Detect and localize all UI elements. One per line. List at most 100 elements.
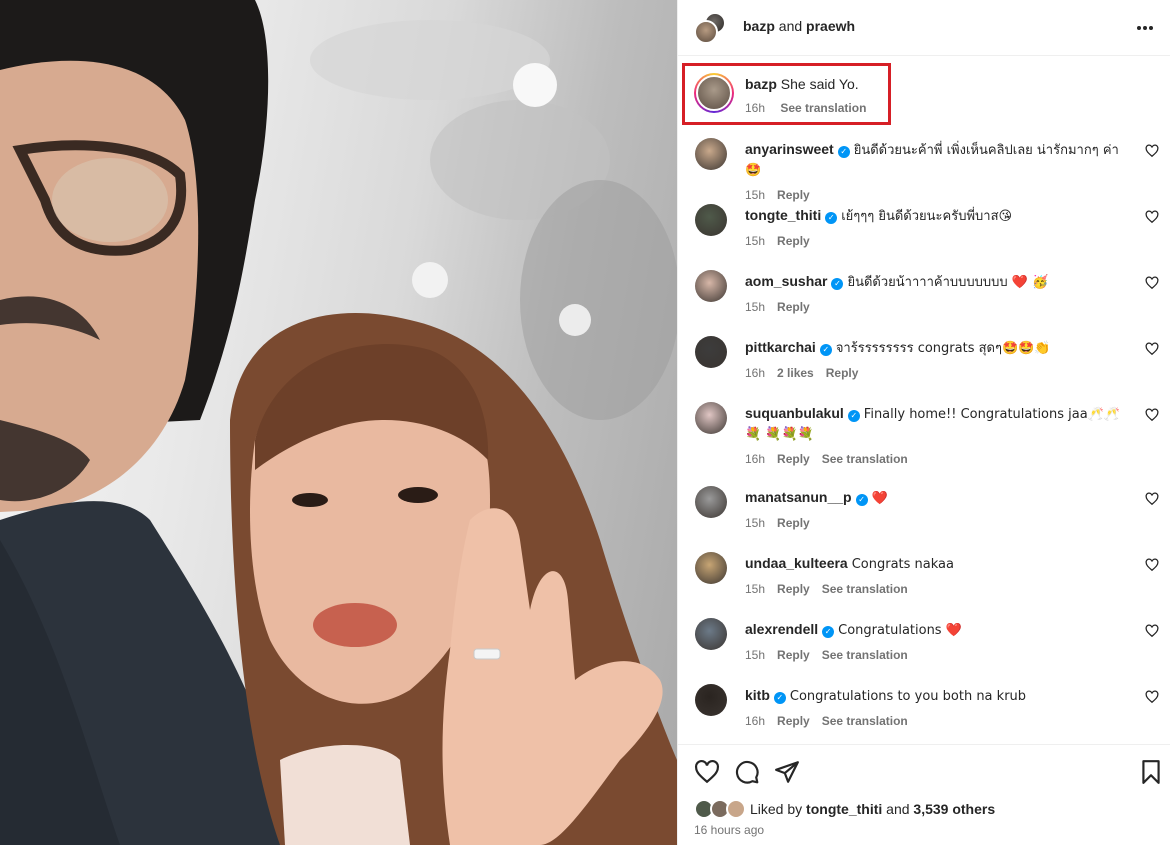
verified-icon: ✓: [831, 278, 844, 290]
comment-like-icon[interactable]: [1145, 276, 1159, 290]
comment-username[interactable]: suquanbulakul: [745, 405, 844, 421]
comment-time[interactable]: 16h: [745, 714, 765, 728]
post-timestamp[interactable]: 16 hours ago: [694, 823, 764, 837]
comment-row: alexrendell ✓ Congratulations ❤️ 15h Reply Se…: [678, 612, 1170, 678]
caption-highlight: bazp She said Yo. 16h See translation: [682, 63, 891, 125]
see-translation-link[interactable]: See translation: [822, 714, 908, 728]
comment-username[interactable]: kitb: [745, 687, 770, 703]
reply-button[interactable]: Reply: [777, 452, 810, 466]
comment-time[interactable]: 15h: [745, 648, 765, 662]
comment-text: ❤️: [871, 491, 888, 506]
comment-row: pittkarchai ✓ จาร้รรรรรรรร congrats สุดๆ🤩🤩…: [678, 330, 1170, 396]
likes-summary: Liked by tongte_thiti and 3,539 others: [694, 799, 995, 819]
comment-body: tongte_thiti ✓ เย้ๆๆๆ ยินดีด้วยนะครับพี่บา…: [745, 206, 1130, 250]
avatar[interactable]: [695, 336, 727, 368]
comment-text: Congratulations to you both na krub: [789, 689, 1027, 704]
see-translation-link[interactable]: See translation: [822, 582, 908, 596]
reply-button[interactable]: Reply: [826, 366, 859, 380]
see-translation-link[interactable]: See translation: [780, 101, 866, 115]
reply-button[interactable]: Reply: [777, 648, 810, 662]
avatar[interactable]: [694, 73, 734, 113]
comment-meta: 16h 2 likes Reply: [745, 364, 1130, 382]
collab-avatars[interactable]: [694, 12, 728, 46]
caption-time[interactable]: 16h: [745, 101, 765, 115]
comment-body: anyarinsweet ✓ ยินดีด้วยนะค้าพี่ เพิ่งเห็น…: [745, 140, 1130, 204]
comment-icon[interactable]: [734, 759, 760, 785]
comment-meta: 15h Reply: [745, 298, 1130, 316]
bookmark-icon[interactable]: [1138, 759, 1164, 785]
avatar[interactable]: [695, 402, 727, 434]
comment-text: Congratulations ❤️: [838, 623, 962, 638]
authors-joiner: and: [778, 18, 803, 34]
comment-meta: 15h Reply: [745, 232, 1130, 250]
reply-button[interactable]: Reply: [777, 300, 810, 314]
comment-time[interactable]: 16h: [745, 366, 765, 380]
comment-time[interactable]: 16h: [745, 452, 765, 466]
comment-time[interactable]: 15h: [745, 582, 765, 596]
likes-prefix: Liked by: [750, 801, 803, 817]
verified-icon: ✓: [773, 692, 786, 704]
comment-text: ยินดีด้วยน้าาาาค้าบบบบบบบ ❤️ 🥳: [847, 275, 1049, 290]
avatar[interactable]: [694, 20, 718, 44]
comment-like-icon[interactable]: [1145, 210, 1159, 224]
avatar[interactable]: [695, 684, 727, 716]
comment-username[interactable]: manatsanun__p: [745, 489, 852, 505]
comment-username[interactable]: aom_sushar: [745, 273, 827, 289]
comment-meta: 15h Reply See translation: [745, 580, 1130, 598]
comment-time[interactable]: 15h: [745, 234, 765, 248]
post-photo: [0, 0, 677, 845]
see-translation-link[interactable]: See translation: [822, 648, 908, 662]
caption-username[interactable]: bazp: [745, 76, 777, 92]
reply-button[interactable]: Reply: [777, 516, 810, 530]
avatar[interactable]: [695, 270, 727, 302]
comment-meta: 16h Reply See translation: [745, 712, 1130, 730]
heart-icon[interactable]: [694, 759, 720, 785]
comment-body: suquanbulakul ✓ Finally home!! Congratulat…: [745, 404, 1130, 468]
comment-username[interactable]: alexrendell: [745, 621, 818, 637]
verified-icon: ✓: [825, 212, 838, 224]
comment-likes[interactable]: 2 likes: [777, 366, 814, 380]
comment-username[interactable]: anyarinsweet: [745, 141, 834, 157]
author-link[interactable]: bazp: [743, 18, 775, 34]
comment-like-icon[interactable]: [1145, 144, 1159, 158]
avatar[interactable]: [695, 204, 727, 236]
caption-meta: 16h See translation: [745, 101, 866, 115]
comment-row: undaa_kulteera Congrats nakaa 15h Reply See …: [678, 546, 1170, 612]
comment-username[interactable]: pittkarchai: [745, 339, 816, 355]
comment-like-icon[interactable]: [1145, 408, 1159, 422]
avatar[interactable]: [695, 138, 727, 170]
comment-like-icon[interactable]: [1145, 342, 1159, 356]
comment-like-icon[interactable]: [1145, 624, 1159, 638]
liker-link[interactable]: tongte_thiti: [806, 801, 882, 817]
liker-avatars: [694, 799, 748, 819]
share-icon[interactable]: [774, 759, 800, 785]
reply-button[interactable]: Reply: [777, 234, 810, 248]
comment-body: alexrendell ✓ Congratulations ❤️ 15h Reply Se…: [745, 620, 1130, 664]
avatar[interactable]: [695, 552, 727, 584]
comment-row: tongte_thiti ✓ เย้ๆๆๆ ยินดีด้วยนะครับพี่บา…: [678, 198, 1170, 264]
comment-time[interactable]: 15h: [745, 516, 765, 530]
comment-time[interactable]: 15h: [745, 300, 765, 314]
avatar[interactable]: [695, 486, 727, 518]
comment-like-icon[interactable]: [1145, 690, 1159, 704]
likes-count-link[interactable]: 3,539 others: [913, 801, 995, 817]
comment-body: pittkarchai ✓ จาร้รรรรรรรร congrats สุดๆ🤩🤩…: [745, 338, 1130, 382]
comment-username[interactable]: undaa_kulteera: [745, 555, 848, 571]
comment-meta: 16h Reply See translation: [745, 450, 1130, 468]
see-translation-link[interactable]: See translation: [822, 452, 908, 466]
comment-username[interactable]: tongte_thiti: [745, 207, 821, 223]
verified-icon: ✓: [847, 410, 860, 422]
reply-button[interactable]: Reply: [777, 714, 810, 728]
author-link[interactable]: praewh: [806, 18, 855, 34]
comment-like-icon[interactable]: [1145, 558, 1159, 572]
verified-icon: ✓: [837, 146, 850, 158]
caption-text: She said Yo.: [780, 76, 859, 92]
comment-like-icon[interactable]: [1145, 492, 1159, 506]
comment-body: aom_sushar ✓ ยินดีด้วยน้าาาาค้าบบบบบบบ ❤️ …: [745, 272, 1130, 316]
more-icon[interactable]: [1133, 16, 1157, 40]
comment-text: จาร้รรรรรรรร congrats สุดๆ🤩🤩👏: [835, 341, 1051, 356]
avatar[interactable]: [695, 618, 727, 650]
comment-row: anyarinsweet ✓ ยินดีด้วยนะค้าพี่ เพิ่งเห็น…: [678, 132, 1170, 202]
reply-button[interactable]: Reply: [777, 582, 810, 596]
comment-row: kitb ✓ Congratulations to you both na krub…: [678, 678, 1170, 744]
